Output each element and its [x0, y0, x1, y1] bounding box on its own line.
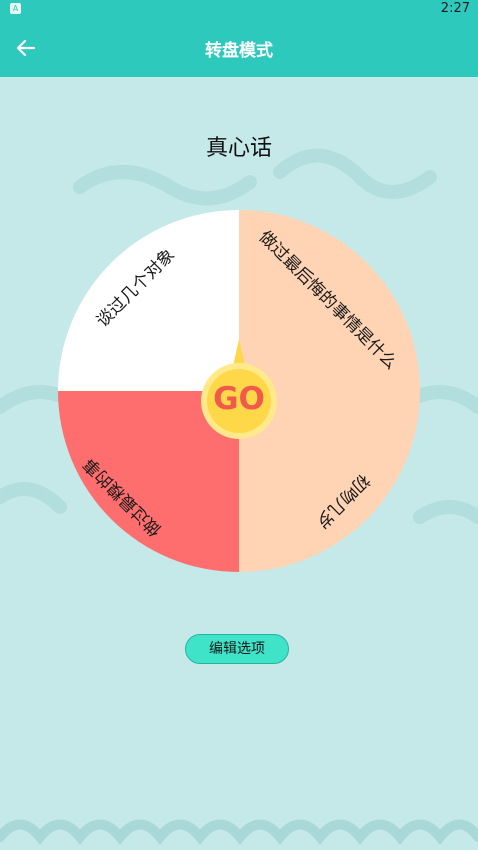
spin-wheel[interactable]: 谈过几个对象 做过最后悔的事情是什么 初吻几岁 做过最糗的事 GO — [58, 210, 420, 572]
status-bar: A 2:27 — [0, 0, 478, 20]
edit-options-button[interactable]: 编辑选项 — [185, 634, 289, 664]
app-bar: 转盘模式 — [0, 20, 478, 77]
status-time: 2:27 — [440, 1, 470, 16]
app-notification-icon: A — [10, 3, 21, 14]
mode-title: 真心话 — [205, 136, 272, 161]
go-label: GO — [213, 381, 265, 417]
go-button[interactable]: GO — [199, 339, 279, 441]
page-title: 转盘模式 — [205, 41, 273, 61]
